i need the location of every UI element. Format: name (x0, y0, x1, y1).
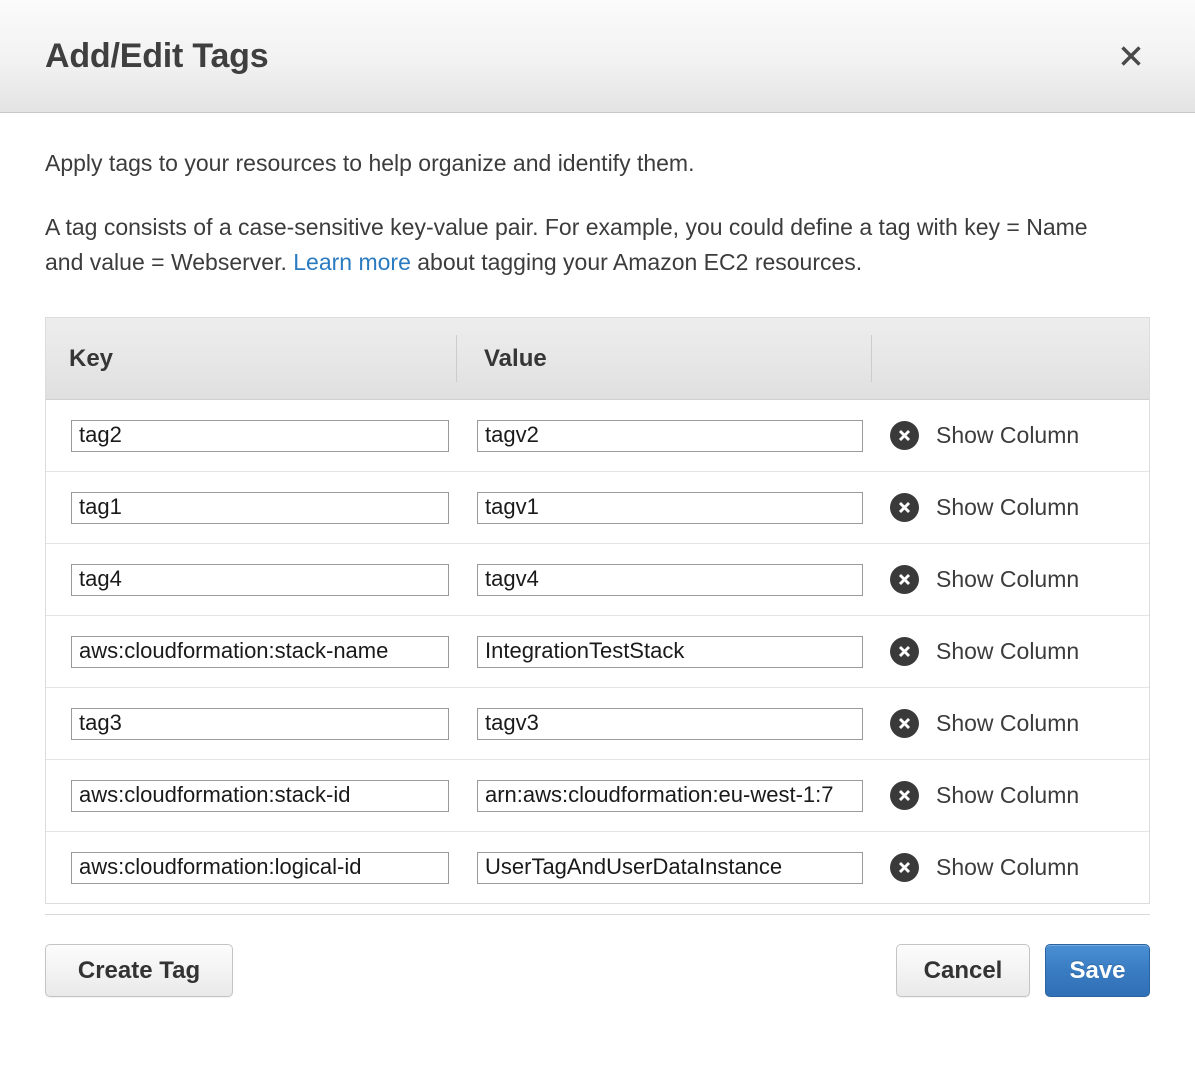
header-divider-1 (456, 335, 457, 382)
tag-actions-cell: Show Column (890, 493, 1079, 522)
table-row: Show Column (46, 544, 1149, 616)
tag-actions-cell: Show Column (890, 853, 1079, 882)
tag-actions-cell: Show Column (890, 637, 1079, 666)
tag-key-input[interactable] (71, 420, 449, 452)
intro-line-2: A tag consists of a case-sensitive key-v… (45, 210, 1125, 280)
remove-tag-icon[interactable] (890, 565, 919, 594)
tag-key-input[interactable] (71, 852, 449, 884)
tag-actions-cell: Show Column (890, 709, 1079, 738)
table-row: Show Column (46, 400, 1149, 472)
create-tag-button[interactable]: Create Tag (45, 944, 233, 997)
table-row: Show Column (46, 616, 1149, 688)
tags-table: Key Value Show ColumnShow ColumnShow Col… (45, 317, 1150, 904)
show-column-link[interactable]: Show Column (936, 640, 1079, 663)
tag-key-input[interactable] (71, 708, 449, 740)
close-button[interactable] (1111, 36, 1151, 76)
tag-value-input[interactable] (477, 492, 863, 524)
header-divider-2 (871, 335, 872, 382)
remove-tag-icon[interactable] (890, 493, 919, 522)
show-column-link[interactable]: Show Column (936, 712, 1079, 735)
tag-value-input[interactable] (477, 636, 863, 668)
tag-actions-cell: Show Column (890, 421, 1079, 450)
dialog-footer: Create Tag Cancel Save (45, 915, 1150, 997)
tag-value-input[interactable] (477, 708, 863, 740)
tag-value-cell (477, 636, 890, 668)
show-column-link[interactable]: Show Column (936, 424, 1079, 447)
remove-tag-icon[interactable] (890, 781, 919, 810)
tag-key-cell (71, 492, 477, 524)
tag-value-cell (477, 564, 890, 596)
intro-line-2-after: about tagging your Amazon EC2 resources. (411, 249, 862, 275)
show-column-link[interactable]: Show Column (936, 568, 1079, 591)
tag-key-cell (71, 780, 477, 812)
tag-value-cell (477, 852, 890, 884)
show-column-link[interactable]: Show Column (936, 784, 1079, 807)
tag-value-input[interactable] (477, 420, 863, 452)
tag-value-cell (477, 420, 890, 452)
tag-value-cell (477, 780, 890, 812)
table-body: Show Column Show Column Show Column Show Co… (46, 400, 1149, 904)
show-column-link[interactable]: Show Column (936, 496, 1079, 519)
cancel-button[interactable]: Cancel (896, 944, 1030, 997)
tag-value-cell (477, 492, 890, 524)
table-row: Show Column (46, 688, 1149, 760)
column-header-key: Key (46, 347, 456, 371)
save-button[interactable]: Save (1045, 944, 1150, 997)
tag-key-cell (71, 636, 477, 668)
tag-key-cell (71, 564, 477, 596)
tag-key-cell (71, 708, 477, 740)
remove-tag-icon[interactable] (890, 421, 919, 450)
page-title: Add/Edit Tags (0, 39, 268, 73)
show-column-link[interactable]: Show Column (936, 856, 1079, 879)
footer-actions: Cancel Save (896, 944, 1150, 997)
tag-key-input[interactable] (71, 636, 449, 668)
remove-tag-icon[interactable] (890, 709, 919, 738)
tag-actions-cell: Show Column (890, 781, 1079, 810)
table-row: Show Column (46, 832, 1149, 904)
learn-more-link[interactable]: Learn more (293, 249, 411, 275)
table-row: Show Column (46, 472, 1149, 544)
remove-tag-icon[interactable] (890, 853, 919, 882)
close-icon (1116, 41, 1146, 71)
tag-key-cell (71, 420, 477, 452)
tag-key-input[interactable] (71, 780, 449, 812)
tag-value-input[interactable] (477, 780, 863, 812)
tag-key-input[interactable] (71, 492, 449, 524)
column-header-value: Value (456, 347, 871, 371)
table-row: Show Column (46, 760, 1149, 832)
intro-text: Apply tags to your resources to help org… (45, 113, 1150, 280)
tag-value-cell (477, 708, 890, 740)
remove-tag-icon[interactable] (890, 637, 919, 666)
dialog-body: Apply tags to your resources to help org… (0, 113, 1195, 1066)
table-header-row: Key Value (46, 318, 1149, 400)
tag-value-input[interactable] (477, 852, 863, 884)
dialog-header: Add/Edit Tags (0, 0, 1195, 113)
tag-value-input[interactable] (477, 564, 863, 596)
tag-key-input[interactable] (71, 564, 449, 596)
intro-line-1: Apply tags to your resources to help org… (45, 146, 1150, 181)
tag-actions-cell: Show Column (890, 565, 1079, 594)
add-edit-tags-dialog: Add/Edit Tags Apply tags to your resourc… (0, 0, 1195, 1066)
tag-key-cell (71, 852, 477, 884)
